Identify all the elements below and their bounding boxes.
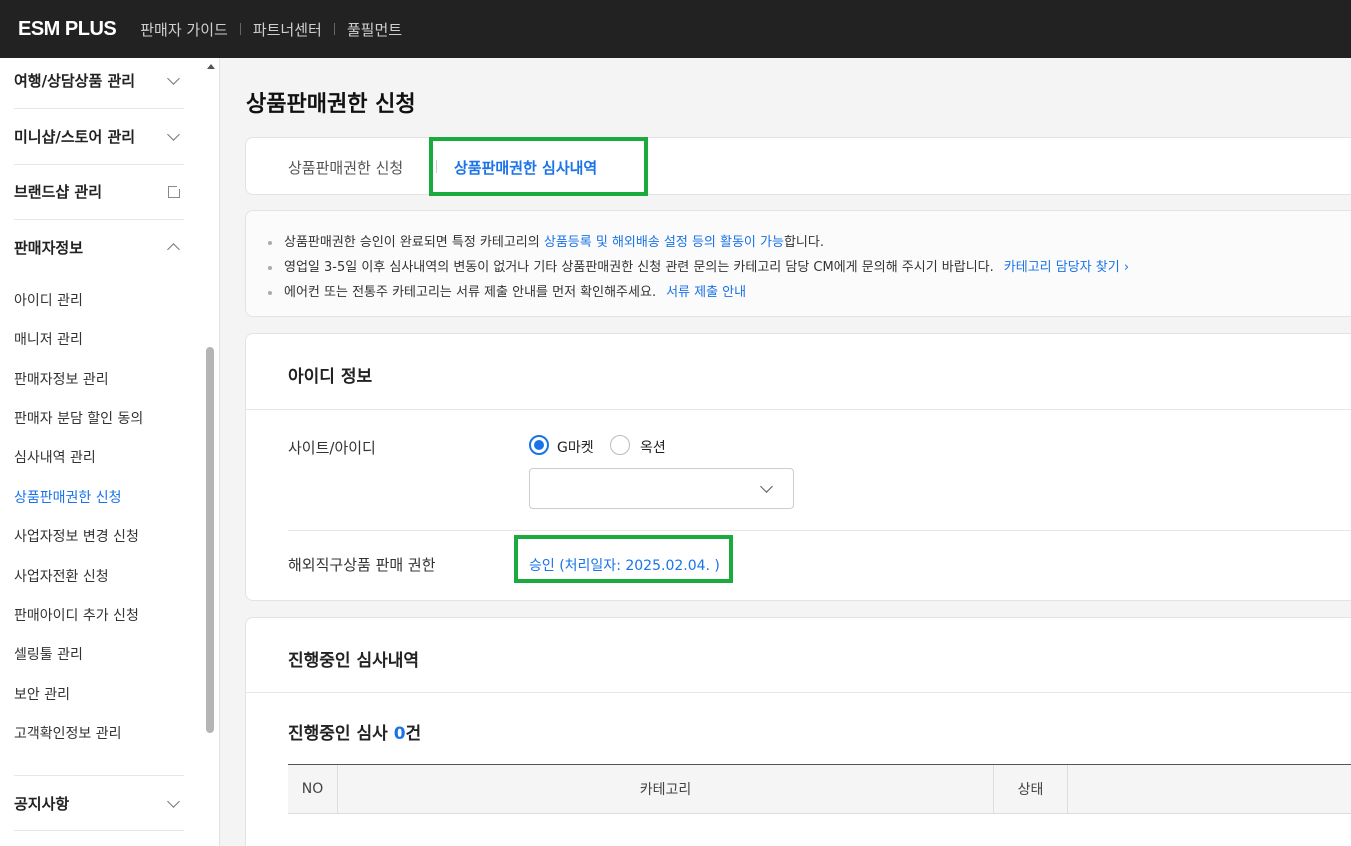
scroll-up-arrow-icon[interactable]	[207, 64, 215, 69]
site-id-label: 사이트/아이디	[288, 439, 376, 457]
notice-line: 상품판매권한 승인이 완료되면 특정 카테고리의 상품등록 및 해외배송 설정 …	[268, 231, 824, 250]
radio-auction-label[interactable]: 옥션	[640, 437, 666, 457]
sidebar-item-discount-agreement[interactable]: 판매자 분담 할인 동의	[14, 408, 143, 428]
chevron-down-icon	[167, 128, 180, 141]
bullet-icon	[268, 240, 272, 245]
sidebar-item-add-seller-id[interactable]: 판매아이디 추가 신청	[14, 605, 139, 625]
review-count-number: 0	[393, 724, 406, 744]
nav-seller-guide[interactable]: 판매자 가이드	[140, 19, 228, 40]
column-no: NO	[301, 781, 324, 797]
highlight-box	[429, 137, 648, 196]
column-status: 상태	[1017, 782, 1044, 798]
sidebar-group-label: 판매자정보	[14, 238, 84, 257]
top-nav: 판매자 가이드 파트너센터 풀필먼트	[140, 19, 402, 40]
review-card: 진행중인 심사내역 진행중인 심사 0건 NO 카테고리 상태	[245, 617, 1351, 846]
review-table-header: NO 카테고리 상태	[288, 764, 1351, 814]
external-link-icon	[168, 182, 183, 198]
radio-auction[interactable]	[610, 435, 630, 455]
review-count-prefix: 진행중인 심사	[288, 724, 394, 744]
nav-divider	[333, 23, 335, 35]
seller-id-select[interactable]	[529, 468, 794, 509]
tab-bar: 상품판매권한 신청 상품판매권한 심사내역	[245, 137, 1351, 195]
find-category-manager-link[interactable]: 카테고리 담당자 찾기 ›	[1004, 260, 1129, 275]
chevron-down-icon	[760, 480, 773, 493]
chevron-up-icon	[167, 242, 180, 256]
id-info-card: 아이디 정보 사이트/아이디 G마켓 옥션 해외직구상품 판매 권한 승인 (처…	[245, 333, 1351, 601]
divider	[246, 409, 1351, 410]
overseas-permission-label: 해외직구상품 판매 권한	[288, 556, 436, 574]
chevron-down-icon	[167, 794, 180, 808]
notice-highlight: 상품등록 및 해외배송 설정 등의 활동이 가능	[543, 235, 784, 250]
sidebar-item-seller-info[interactable]: 판매자정보 관리	[14, 369, 109, 389]
notice-text: 합니다.	[783, 235, 824, 250]
sidebar-item-id[interactable]: 아이디 관리	[14, 290, 83, 310]
bullet-icon	[268, 290, 272, 295]
sidebar-group-notice[interactable]: 공지사항	[14, 775, 184, 831]
divider	[288, 530, 1351, 531]
sidebar-group-label: 미니샵/스토어 관리	[14, 128, 136, 146]
sidebar-item-security[interactable]: 보안 관리	[14, 684, 70, 704]
sidebar-item-business-conversion[interactable]: 사업자전환 신청	[14, 566, 109, 586]
sidebar-item-manager[interactable]: 매니저 관리	[14, 329, 83, 349]
notice-box: 상품판매권한 승인이 완료되면 특정 카테고리의 상품등록 및 해외배송 설정 …	[245, 210, 1351, 317]
sidebar-group-label: 여행/상담상품 관리	[14, 72, 136, 90]
tab-permission-apply[interactable]: 상품판매권한 신청	[288, 157, 403, 178]
bullet-icon	[268, 265, 272, 270]
sidebar-group-label: 브랜드샵 관리	[14, 183, 103, 201]
sidebar-group-minishop[interactable]: 미니샵/스토어 관리	[14, 109, 184, 165]
chevron-down-icon	[167, 72, 180, 85]
column-category: 카테고리	[639, 782, 692, 798]
radio-gmarket[interactable]	[529, 435, 549, 455]
page-title: 상품판매권한 신청	[246, 92, 416, 117]
scrollbar-thumb[interactable]	[206, 347, 214, 733]
id-info-title: 아이디 정보	[288, 367, 373, 387]
sidebar-group-brandshop[interactable]: 브랜드샵 관리	[14, 164, 184, 220]
sidebar-item-sales-permission[interactable]: 상품판매권한 신청	[14, 487, 122, 507]
highlight-box	[514, 535, 733, 583]
sidebar-group-travel[interactable]: 여행/상담상품 관리	[14, 58, 184, 109]
esm-plus-logo[interactable]: ESM PLUS	[18, 18, 117, 41]
sidebar-group-label: 공지사항	[14, 794, 70, 813]
notice-line: 영업일 3-5일 이후 심사내역의 변동이 없거나 기타 상품판매권한 신청 관…	[268, 256, 1129, 275]
column-divider	[1067, 765, 1068, 813]
sidebar-item-review-history[interactable]: 심사내역 관리	[14, 447, 96, 467]
sidebar-group-seller-info[interactable]: 판매자정보	[14, 219, 184, 275]
sidebar-scrollbar[interactable]	[204, 58, 216, 846]
review-title: 진행중인 심사내역	[288, 651, 420, 671]
sidebar: 여행/상담상품 관리 미니샵/스토어 관리 브랜드샵 관리 판매자정보 아이디 …	[0, 58, 220, 846]
notice-text: 에어컨 또는 전통주 카테고리는 서류 제출 안내를 먼저 확인해주세요.	[284, 285, 657, 300]
notice-line: 에어컨 또는 전통주 카테고리는 서류 제출 안내를 먼저 확인해주세요. 서류 …	[268, 281, 746, 300]
nav-fulfillment[interactable]: 풀필먼트	[347, 19, 402, 40]
notice-text: 영업일 3-5일 이후 심사내역의 변동이 없거나 기타 상품판매권한 신청 관…	[284, 260, 994, 275]
sidebar-item-selling-tool[interactable]: 셀링툴 관리	[14, 644, 83, 664]
nav-divider	[239, 23, 241, 35]
divider	[246, 692, 1351, 693]
radio-gmarket-label[interactable]: G마켓	[557, 437, 594, 457]
notice-text: 상품판매권한 승인이 완료되면 특정 카테고리의	[284, 235, 544, 250]
review-count-suffix: 건	[405, 724, 422, 744]
document-submission-link[interactable]: 서류 제출 안내	[666, 285, 746, 300]
sidebar-item-business-change[interactable]: 사업자정보 변경 신청	[14, 526, 139, 546]
top-header: ESM PLUS 판매자 가이드 파트너센터 풀필먼트	[0, 0, 1351, 58]
nav-partner-center[interactable]: 파트너센터	[253, 19, 322, 40]
sidebar-item-customer-verification[interactable]: 고객확인정보 관리	[14, 723, 122, 743]
review-count: 진행중인 심사 0건	[288, 719, 421, 744]
